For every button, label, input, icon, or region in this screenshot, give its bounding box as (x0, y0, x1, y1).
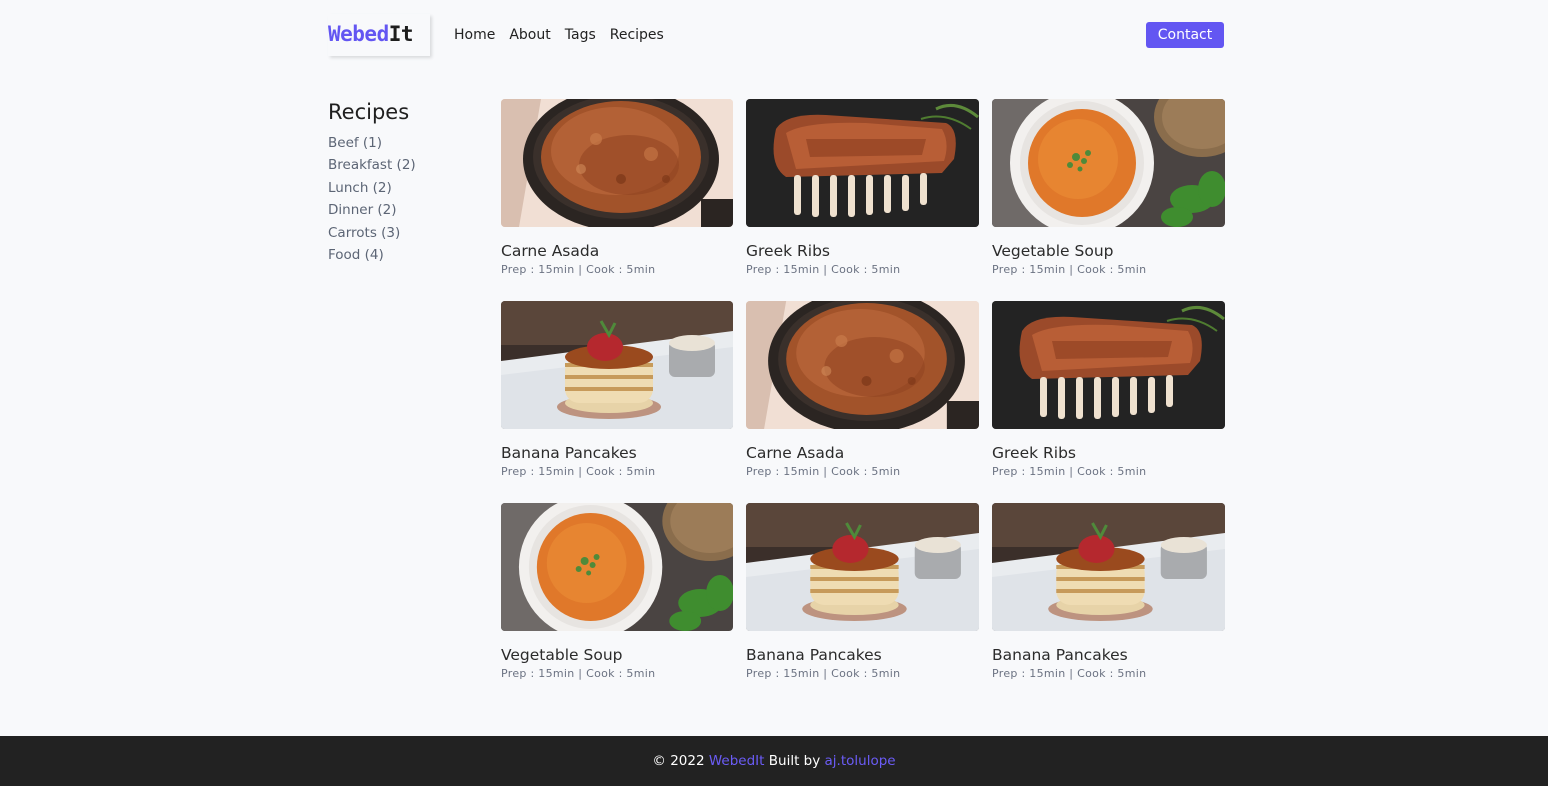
main-nav: Home About Tags Recipes (454, 25, 664, 45)
recipe-image (992, 301, 1225, 429)
recipe-title: Carne Asada (501, 242, 600, 260)
recipe-meta: Prep : 15min | Cook : 5min (992, 263, 1147, 276)
sidebar-item-beef[interactable]: Beef (1) (328, 132, 478, 154)
recipe-meta: Prep : 15min | Cook : 5min (992, 667, 1147, 680)
logo-part-1: Webed (328, 22, 389, 46)
nav-recipes[interactable]: Recipes (610, 25, 664, 45)
recipe-title: Vegetable Soup (501, 646, 623, 664)
sidebar-item-lunch[interactable]: Lunch (2) (328, 177, 478, 199)
footer-author-link[interactable]: aj.tolulope (825, 753, 896, 769)
recipes-sidebar: Recipes Beef (1) Breakfast (2) Lunch (2)… (328, 98, 478, 266)
nav-home[interactable]: Home (454, 25, 495, 45)
footer-copyright: © 2022 (652, 753, 705, 769)
recipe-image (501, 301, 733, 429)
recipe-title: Vegetable Soup (992, 242, 1114, 260)
recipe-title: Greek Ribs (992, 444, 1077, 462)
recipe-image (992, 503, 1225, 631)
recipe-meta: Prep : 15min | Cook : 5min (992, 465, 1147, 478)
nav-about[interactable]: About (509, 25, 550, 45)
sidebar-item-food[interactable]: Food (4) (328, 244, 478, 266)
recipe-card[interactable]: Banana Pancakes Prep : 15min | Cook : 5m… (501, 301, 733, 503)
recipe-meta: Prep : 15min | Cook : 5min (501, 263, 656, 276)
recipe-title: Banana Pancakes (992, 646, 1128, 664)
recipe-meta: Prep : 15min | Cook : 5min (501, 465, 656, 478)
sidebar-item-carrots[interactable]: Carrots (3) (328, 222, 478, 244)
page: WebedIt Home About Tags Recipes Contact … (0, 0, 1548, 786)
site-logo[interactable]: WebedIt (328, 14, 430, 56)
recipe-card[interactable]: Banana Pancakes Prep : 15min | Cook : 5m… (746, 503, 979, 705)
sidebar-item-breakfast[interactable]: Breakfast (2) (328, 154, 478, 176)
recipe-meta: Prep : 15min | Cook : 5min (746, 263, 901, 276)
recipe-title: Banana Pancakes (501, 444, 637, 462)
recipe-card[interactable]: Vegetable Soup Prep : 15min | Cook : 5mi… (501, 503, 733, 705)
footer-brand-link[interactable]: WebedIt (709, 753, 765, 769)
recipe-image (746, 301, 979, 429)
recipe-card[interactable]: Banana Pancakes Prep : 15min | Cook : 5m… (992, 503, 1225, 705)
recipe-title: Carne Asada (746, 444, 845, 462)
sidebar-title: Recipes (328, 100, 410, 124)
recipe-image (501, 99, 733, 227)
recipe-image (746, 99, 979, 227)
recipe-card[interactable]: Carne Asada Prep : 15min | Cook : 5min (501, 99, 733, 301)
recipe-title: Greek Ribs (746, 242, 831, 260)
recipe-card[interactable]: Greek Ribs Prep : 15min | Cook : 5min (992, 301, 1225, 503)
recipe-grid: Carne Asada Prep : 15min | Cook : 5min G… (501, 99, 1225, 705)
recipe-card[interactable]: Vegetable Soup Prep : 15min | Cook : 5mi… (992, 99, 1225, 301)
site-footer: © 2022 WebedIt Built by aj.tolulope (0, 736, 1548, 786)
recipe-meta: Prep : 15min | Cook : 5min (746, 465, 901, 478)
recipe-card[interactable]: Carne Asada Prep : 15min | Cook : 5min (746, 301, 979, 503)
contact-button[interactable]: Contact (1146, 22, 1224, 48)
nav-tags[interactable]: Tags (565, 25, 596, 45)
recipe-image (501, 503, 733, 631)
recipe-meta: Prep : 15min | Cook : 5min (501, 667, 656, 680)
site-header: WebedIt Home About Tags Recipes Contact (328, 14, 1224, 58)
footer-built-by: Built by (768, 753, 821, 769)
sidebar-item-dinner[interactable]: Dinner (2) (328, 199, 478, 221)
recipe-meta: Prep : 15min | Cook : 5min (746, 667, 901, 680)
recipe-title: Banana Pancakes (746, 646, 882, 664)
logo-part-2: It (388, 22, 414, 46)
recipe-card[interactable]: Greek Ribs Prep : 15min | Cook : 5min (746, 99, 979, 301)
recipe-image (992, 99, 1225, 227)
recipe-image (746, 503, 979, 631)
